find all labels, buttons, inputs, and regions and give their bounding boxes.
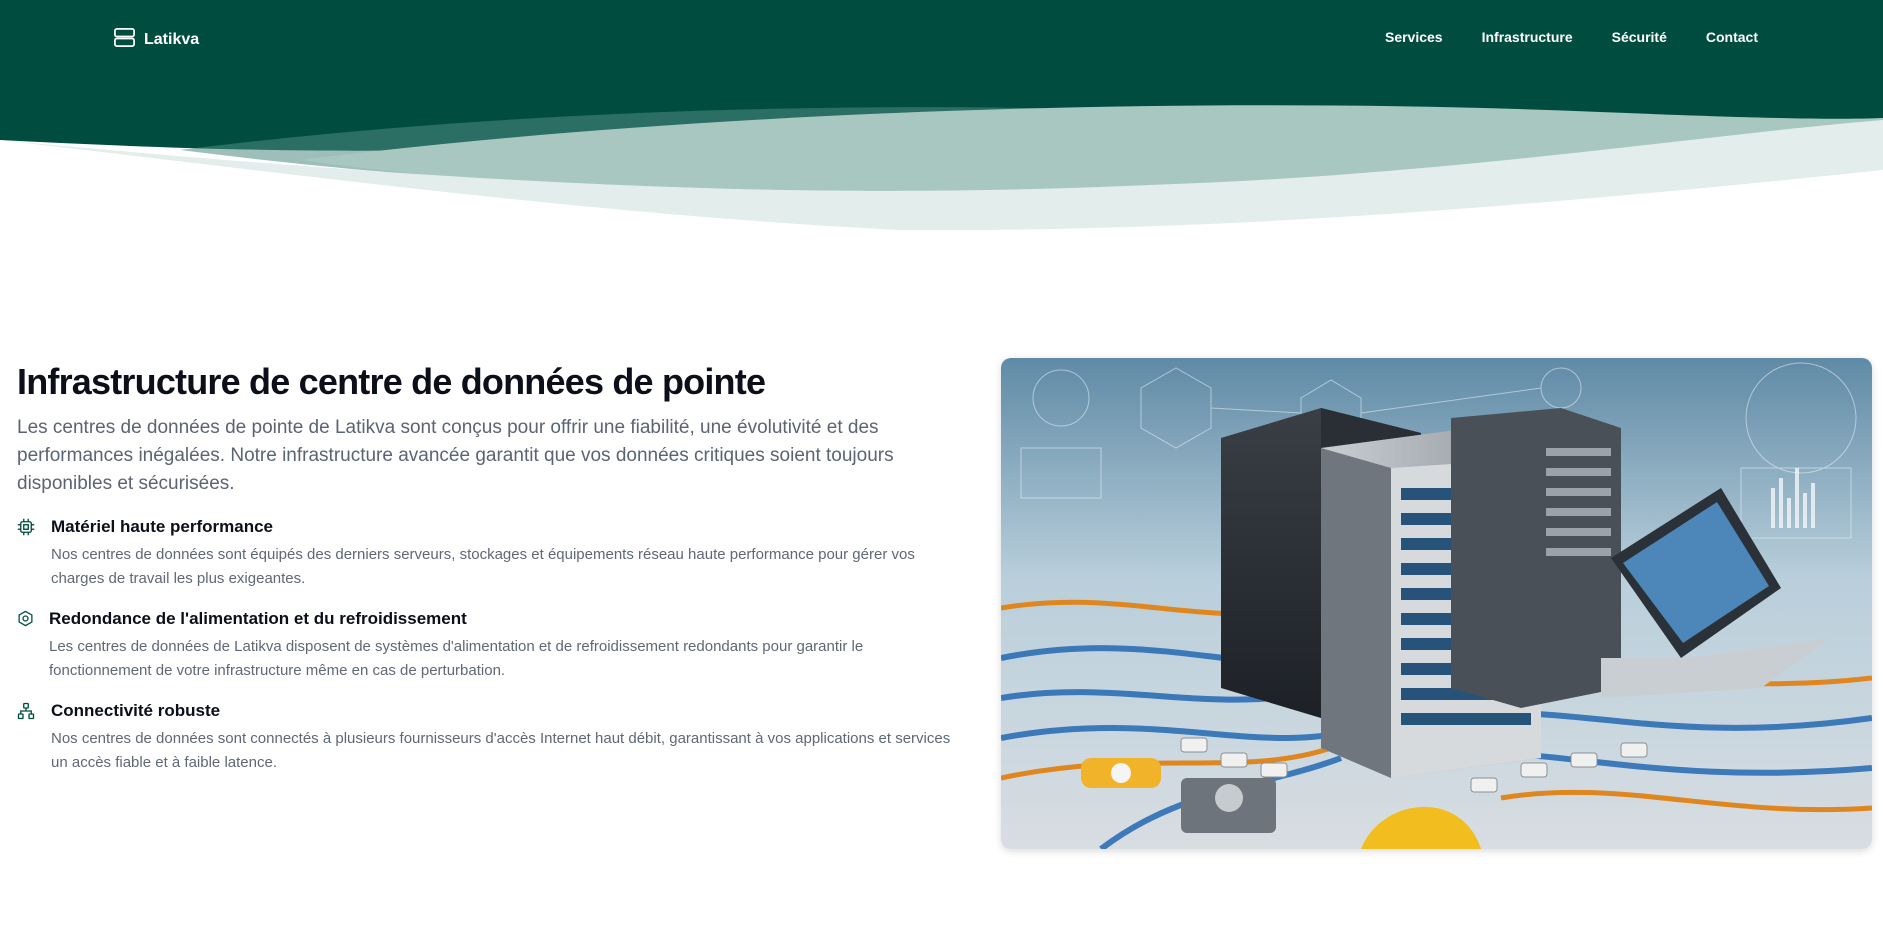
nav-link-services[interactable]: Services: [1385, 29, 1443, 45]
main-navigation: Services Infrastructure Sécurité Contact: [1385, 29, 1758, 45]
datacenter-illustration: [1001, 358, 1872, 849]
feature-item: Connectivité robuste Nos centres de donn…: [17, 700, 967, 775]
feature-title: Redondance de l'alimentation et du refro…: [49, 609, 467, 628]
cpu-chip-icon: [17, 516, 37, 591]
feature-description: Nos centres de données sont équipés des …: [51, 546, 915, 587]
feature-description: Nos centres de données sont connectés à …: [51, 730, 951, 771]
nav-link-infrastructure[interactable]: Infrastructure: [1482, 29, 1573, 45]
nav-link-securite[interactable]: Sécurité: [1612, 29, 1667, 45]
feature-list: Matériel haute performance Nos centres d…: [17, 516, 967, 775]
feature-item: Matériel haute performance Nos centres d…: [17, 516, 967, 591]
feature-description: Les centres de données de Latikva dispos…: [49, 638, 864, 679]
feature-item: Redondance de l'alimentation et du refro…: [17, 608, 967, 683]
site-header: Latikva Services Infrastructure Sécurité…: [0, 0, 1883, 240]
nav-link-contact[interactable]: Contact: [1706, 29, 1758, 45]
feature-title: Connectivité robuste: [51, 701, 221, 720]
hexagon-icon: [17, 608, 37, 683]
feature-title: Matériel haute performance: [51, 517, 274, 536]
section-intro: Les centres de données de pointe de Lati…: [17, 417, 894, 494]
brand-name: Latikva: [144, 31, 200, 48]
section-title: Infrastructure de centre de données de p…: [17, 361, 766, 402]
server-stack-icon: [113, 26, 136, 54]
network-icon: [17, 700, 37, 775]
brand-logo[interactable]: Latikva: [113, 26, 199, 54]
infrastructure-section: Infrastructure de centre de données de p…: [17, 360, 967, 792]
